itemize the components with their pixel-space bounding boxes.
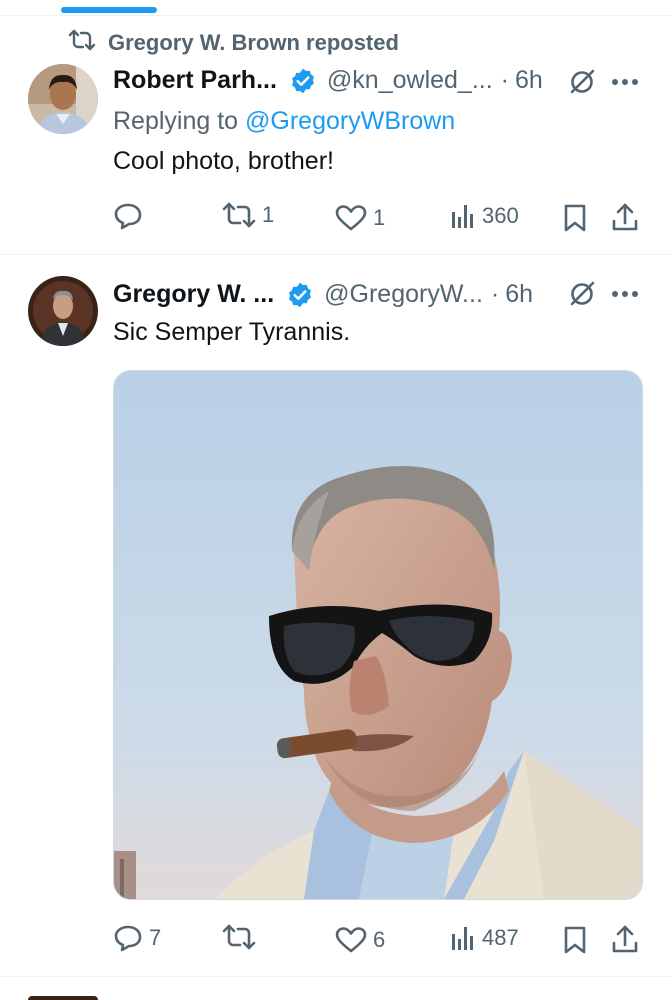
avatar[interactable] [28, 64, 98, 134]
reply-icon [113, 924, 143, 952]
separator-dot: · [500, 66, 509, 94]
tweet-text: Cool photo, brother! [113, 147, 334, 175]
reply-count: 7 [149, 925, 162, 950]
verified-badge-icon [286, 281, 314, 309]
share-icon [611, 924, 639, 954]
more-options-icon[interactable] [608, 284, 642, 304]
repost-count: 1 [262, 202, 275, 227]
divider [0, 15, 672, 16]
reply-button[interactable] [113, 202, 149, 230]
heart-icon [335, 204, 367, 232]
bookmark-icon [563, 203, 587, 233]
tweet-text: Sic Semper Tyrannis. [113, 318, 351, 346]
reply-icon [113, 202, 143, 230]
like-button[interactable]: 1 [335, 204, 385, 232]
repost-icon [222, 924, 256, 950]
share-button[interactable] [611, 202, 639, 232]
tweet-photo[interactable] [113, 370, 643, 900]
divider [0, 976, 672, 977]
bookmark-icon [563, 925, 587, 955]
share-icon [611, 202, 639, 232]
repost-icon [68, 29, 108, 57]
like-count: 6 [373, 927, 386, 952]
tweet-header: Robert Parh... @kn_owled_... · 6h [113, 66, 543, 95]
heart-icon [335, 926, 367, 954]
verified-badge-icon [289, 67, 317, 95]
repost-banner[interactable]: Gregory W. Brown reposted [68, 29, 399, 57]
replying-to-line: Replying to @GregoryWBrown [113, 107, 455, 136]
repost-button[interactable] [222, 924, 262, 950]
bookmark-button[interactable] [563, 203, 587, 233]
views-button[interactable]: 360 [450, 202, 519, 230]
avatar[interactable] [28, 996, 98, 1000]
timestamp[interactable]: 6h [515, 66, 543, 95]
divider [0, 254, 672, 255]
grok-icon[interactable] [565, 277, 599, 311]
bookmark-button[interactable] [563, 925, 587, 955]
views-chart-icon [450, 202, 476, 230]
like-count: 1 [373, 205, 386, 230]
author-name[interactable]: Robert Parh... [113, 66, 277, 95]
like-button[interactable]: 6 [335, 926, 385, 954]
repost-icon [222, 202, 256, 228]
separator-dot: · [490, 280, 500, 308]
views-count: 487 [482, 925, 519, 950]
share-button[interactable] [611, 924, 639, 954]
grok-icon[interactable] [565, 65, 599, 99]
tweet-header: Gregory W. ... @GregoryW... · 6h [113, 280, 533, 309]
tab-active-indicator [61, 7, 157, 13]
avatar[interactable] [28, 276, 98, 346]
repost-button[interactable]: 1 [222, 202, 274, 228]
more-options-icon[interactable] [608, 72, 642, 92]
views-count: 360 [482, 203, 519, 228]
author-handle[interactable]: @GregoryW... [324, 280, 483, 309]
repost-banner-text: Gregory W. Brown reposted [108, 30, 399, 55]
replying-to-label: Replying to [113, 107, 239, 135]
author-name[interactable]: Gregory W. ... [113, 280, 274, 309]
author-handle[interactable]: @kn_owled_... [327, 66, 493, 95]
replying-to-mention[interactable]: @GregoryWBrown [245, 107, 455, 135]
views-button[interactable]: 487 [450, 924, 519, 952]
views-chart-icon [450, 924, 476, 952]
reply-button[interactable]: 7 [113, 924, 161, 952]
timestamp[interactable]: 6h [505, 280, 533, 309]
